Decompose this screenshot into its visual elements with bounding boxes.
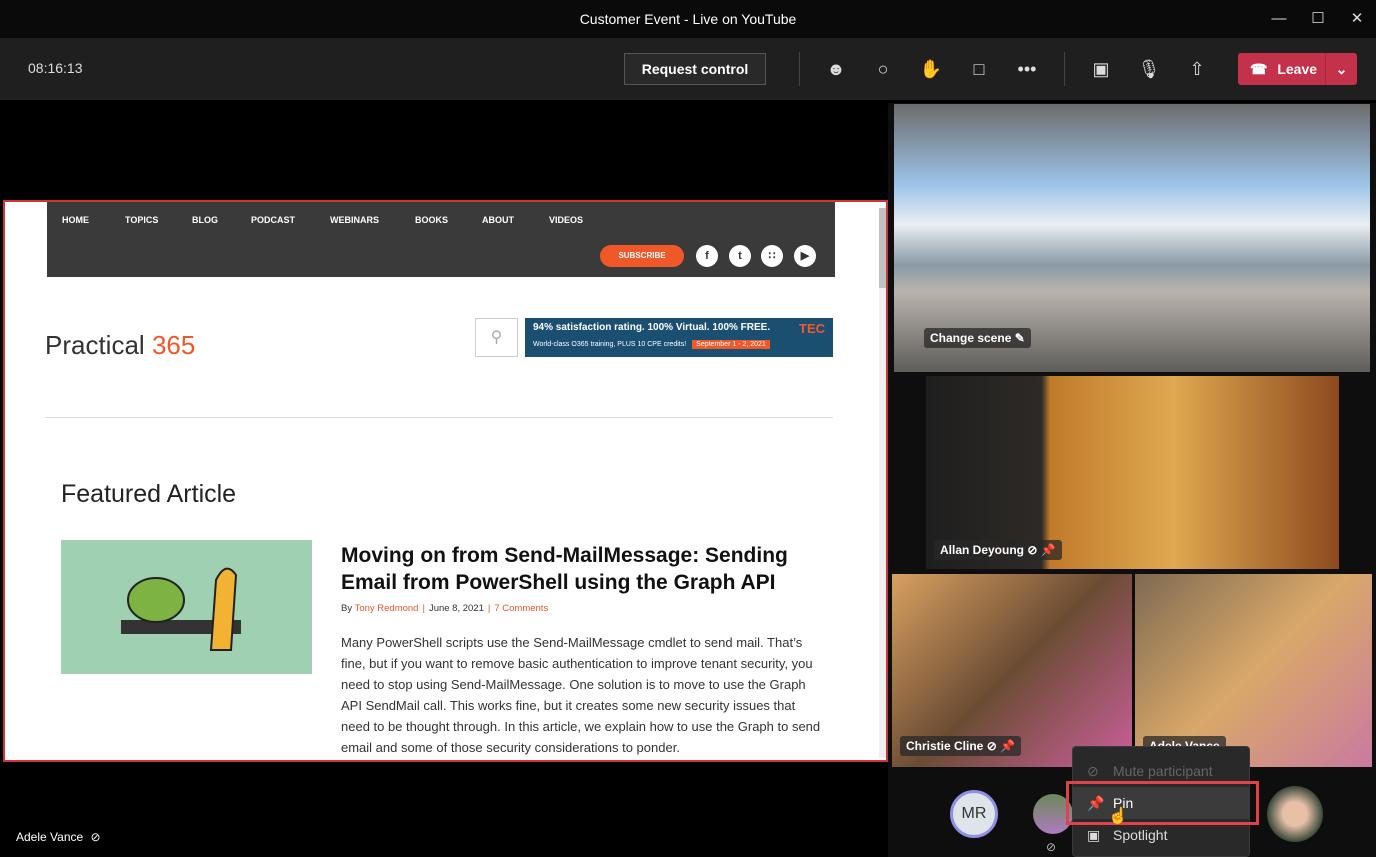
leave-button[interactable]: ☎ Leave ⌄ [1238,53,1357,85]
divider [45,417,833,418]
chat-icon[interactable]: ○ [870,57,896,81]
window-title: Customer Event - Live on YouTube [579,11,797,27]
nav-videos[interactable]: VIDEOS [549,215,583,225]
nav-topics[interactable]: TOPICS [125,215,158,225]
nav-blog[interactable]: BLOG [192,215,218,225]
youtube-icon[interactable]: ▶ [794,245,816,267]
avatar[interactable]: MR [950,790,998,838]
rss-icon[interactable]: ∷ [761,245,783,267]
article-excerpt: Many PowerShell scripts use the Send-Mai… [341,635,821,755]
camera-off-icon[interactable]: ▣ [1088,57,1114,81]
article-thumbnail[interactable] [61,540,312,674]
mic-off-icon[interactable]: 🎙 [1136,57,1162,81]
hand-cursor-icon: ☝ [1108,808,1128,825]
mic-off-icon: ⊘ [90,830,101,844]
nav-home[interactable]: HOME [62,215,89,225]
leave-label: Leave [1277,61,1318,77]
author-link[interactable]: Tony Redmond [355,603,419,614]
scrollbar[interactable] [879,208,886,758]
together-mode-scene[interactable]: Change scene ✎ [894,104,1370,372]
leave-dropdown-chevron-icon[interactable]: ⌄ [1325,53,1357,85]
phone-hangup-icon: ☎ [1250,61,1268,77]
ad-headline: 94% satisfaction rating. 100% Virtual. 1… [533,322,771,333]
article-meta: By Tony Redmond | June 8, 2021 | 7 Comments [341,603,549,614]
article-title[interactable]: Moving on from Send-MailMessage: Sending… [341,542,811,596]
divider [1064,52,1065,86]
section-heading: Featured Article [61,480,237,508]
more-icon[interactable]: ••• [1014,57,1040,81]
practical365-logo[interactable]: Practical 365 [45,330,195,361]
ad-date: September 1 - 2, 2021 [692,340,770,349]
presenter-label: Adele Vance ⊘ [16,830,101,844]
rooms-icon[interactable]: □ [966,57,992,81]
highlight-box [1066,781,1259,825]
nav-podcast[interactable]: PODCAST [251,215,295,225]
video-tile-christie-cline[interactable]: Christie Cline ⊘ 📌 [892,574,1132,767]
facebook-icon[interactable]: f [696,245,718,267]
title-bar: Customer Event - Live on YouTube [0,0,1376,38]
search-icon[interactable]: ⚲ [475,318,518,357]
avatar[interactable] [1267,786,1323,842]
comments-link[interactable]: 7 Comments [494,603,548,614]
meeting-toolbar: 08:16:13 Request control ☻ ○ ✋ □ ••• ▣ 🎙… [0,38,1376,100]
participant-name: Christie Cline ⊘ 📌 [900,736,1022,756]
subscribe-button[interactable]: SUBSCRIBE [600,245,684,267]
request-control-button[interactable]: Request control [624,53,766,85]
ad-subline: World-class O365 training, PLUS 10 CPE c… [533,341,687,348]
tec-ad-banner[interactable]: 94% satisfaction rating. 100% Virtual. 1… [525,318,833,357]
meeting-timer: 08:16:13 [28,60,83,76]
video-tile-adele-vance[interactable]: Adele Vance [1135,574,1372,767]
share-icon[interactable]: ⇧ [1184,57,1210,81]
close-button[interactable]: ✕ [1334,0,1376,38]
tec-logo: TEC [799,321,825,336]
site-nav: HOME TOPICS BLOG PODCAST WEBINARS BOOKS … [47,202,835,277]
people-icon[interactable]: ☻ [823,57,849,81]
video-tile-allan-deyoung[interactable]: Allan Deyoung ⊘ 📌 [926,376,1339,569]
change-scene-button[interactable]: Change scene ✎ [924,328,1031,348]
divider [799,52,800,86]
participant-name: Allan Deyoung ⊘ 📌 [934,540,1062,560]
mic-off-icon: ⊘ [1046,840,1057,854]
nav-webinars[interactable]: WEBINARS [330,215,379,225]
raise-hand-icon[interactable]: ✋ [918,57,944,81]
twitter-icon[interactable]: t [729,245,751,267]
nav-about[interactable]: ABOUT [482,215,514,225]
shared-website: HOME TOPICS BLOG PODCAST WEBINARS BOOKS … [3,200,888,762]
nav-books[interactable]: BOOKS [415,215,448,225]
